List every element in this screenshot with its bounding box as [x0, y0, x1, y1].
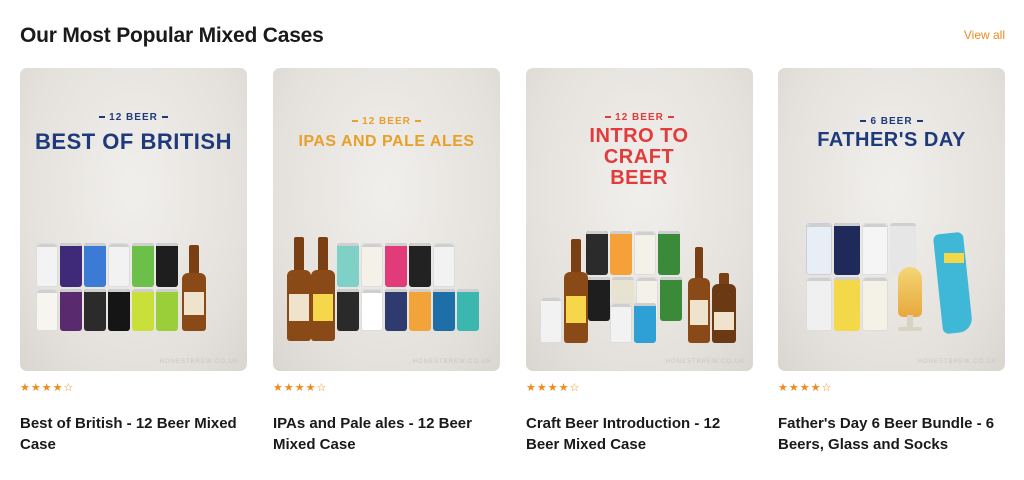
product-name[interactable]: Best of British - 12 Beer Mixed Case	[20, 413, 247, 455]
image-watermark: HONESTBREW.CO.UK	[412, 359, 492, 365]
image-kicker: 12 BEER	[273, 116, 500, 127]
product-name[interactable]: Craft Beer Introduction - 12 Beer Mixed …	[526, 413, 753, 455]
image-headline: BEST OF BRITISH	[35, 129, 232, 154]
star-rating: ★★★★☆	[778, 382, 833, 394]
image-headline: FATHER'S DAY	[817, 129, 966, 151]
image-watermark: HONESTBREW.CO.UK	[665, 359, 745, 365]
star-rating: ★★★★☆	[20, 382, 75, 394]
image-watermark: HONESTBREW.CO.UK	[917, 359, 997, 365]
beer-cans-illustration	[778, 171, 1005, 371]
product-grid: 12 BEER BEST OF BRITISH HONESTBREW.CO.UK…	[20, 68, 1005, 468]
product-card[interactable]: 12 BEER INTRO TO CRAFT BEER HONESTBREW.C…	[526, 68, 753, 453]
product-image[interactable]: 12 BEER IPAS AND PALE ALES HONESTBREW.CO…	[273, 68, 500, 371]
image-watermark: HONESTBREW.CO.UK	[159, 359, 239, 365]
product-image[interactable]: 12 BEER BEST OF BRITISH HONESTBREW.CO.UK	[20, 68, 247, 371]
section-title: Our Most Popular Mixed Cases	[20, 24, 324, 47]
product-name[interactable]: Father's Day 6 Beer Bundle - 6 Beers, Gl…	[778, 413, 1005, 455]
product-image[interactable]: 6 BEER FATHER'S DAY HONESTBREW.CO.UK	[778, 68, 1005, 371]
product-card[interactable]: 6 BEER FATHER'S DAY HONESTBREW.CO.UK ★★★…	[778, 68, 1005, 453]
product-name[interactable]: IPAs and Pale ales - 12 Beer Mixed Case	[273, 413, 500, 455]
beer-cans-illustration	[273, 171, 500, 371]
star-rating: ★★★★☆	[526, 382, 581, 394]
section-header: Our Most Popular Mixed Cases View all	[20, 24, 1005, 54]
product-card[interactable]: 12 BEER BEST OF BRITISH HONESTBREW.CO.UK…	[20, 68, 247, 453]
product-image[interactable]: 12 BEER INTRO TO CRAFT BEER HONESTBREW.C…	[526, 68, 753, 371]
image-kicker: 12 BEER	[526, 112, 753, 123]
beer-cans-illustration	[526, 171, 753, 371]
image-headline: IPAS AND PALE ALES	[298, 133, 475, 150]
image-kicker: 12 BEER	[20, 112, 247, 123]
view-all-link[interactable]: View all	[964, 28, 1005, 42]
image-kicker: 6 BEER	[778, 116, 1005, 127]
product-card[interactable]: 12 BEER IPAS AND PALE ALES HONESTBREW.CO…	[273, 68, 500, 453]
star-rating: ★★★★☆	[273, 382, 328, 394]
beer-cans-illustration	[20, 171, 247, 371]
